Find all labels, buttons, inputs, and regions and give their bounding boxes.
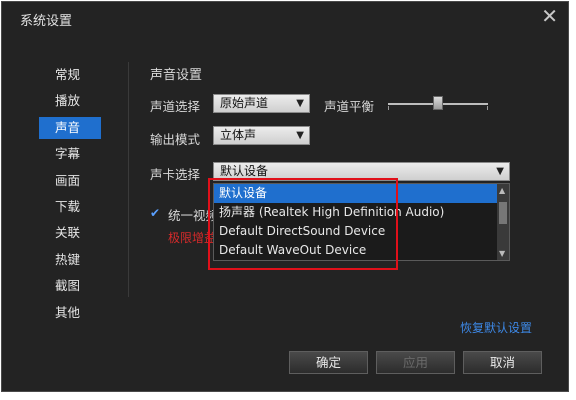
sound-card-dropdown-list: 默认设备 扬声器 (Realtek High Definition Audio)… <box>213 183 510 261</box>
settings-sidebar: 常规 播放 声音 字幕 画面 下载 关联 热键 截图 其他 <box>39 64 101 328</box>
sidebar-item-picture[interactable]: 画面 <box>39 170 101 192</box>
dropdown-option[interactable]: 默认设备 <box>214 184 509 203</box>
window-title: 系统设置 <box>20 14 73 29</box>
sidebar-item-other[interactable]: 其他 <box>39 302 101 324</box>
scrollbar-thumb[interactable] <box>499 202 507 224</box>
dropdown-option[interactable]: Default DirectSound Device <box>214 222 509 241</box>
sidebar-item-playback[interactable]: 播放 <box>39 90 101 112</box>
ok-button[interactable]: 确定 <box>289 351 368 374</box>
channel-select[interactable]: 原始声道 ▼ <box>213 94 310 113</box>
balance-slider-handle[interactable] <box>433 96 443 110</box>
close-icon[interactable]: ✕ <box>541 5 558 27</box>
dropdown-option[interactable]: Default WaveOut Device <box>214 241 509 260</box>
chevron-down-icon: ▼ <box>296 98 304 109</box>
dropdown-scrollbar[interactable]: ▲ ▼ <box>497 184 509 260</box>
settings-dialog: 系统设置 ✕ 常规 播放 声音 字幕 画面 下载 关联 热键 截图 其他 声音设… <box>1 1 569 392</box>
sidebar-item-download[interactable]: 下载 <box>39 196 101 218</box>
sidebar-item-association[interactable]: 关联 <box>39 222 101 244</box>
sound-card-label: 声卡选择 <box>150 167 201 182</box>
sidebar-item-general[interactable]: 常规 <box>39 64 101 86</box>
sidebar-item-subtitles[interactable]: 字幕 <box>39 143 101 165</box>
output-mode-value: 立体声 <box>220 128 257 142</box>
scroll-down-icon[interactable]: ▼ <box>499 249 505 258</box>
unify-video-checkbox[interactable]: ✔ <box>150 207 162 219</box>
scroll-up-icon[interactable]: ▲ <box>499 186 505 195</box>
chevron-down-icon: ▼ <box>296 130 304 141</box>
slider-tick <box>487 106 488 110</box>
section-title: 声音设置 <box>150 68 203 83</box>
sidebar-item-sound[interactable]: 声音 <box>39 116 101 139</box>
output-mode-label: 输出模式 <box>150 132 201 147</box>
chevron-down-icon: ▼ <box>496 166 504 177</box>
unify-video-label: 统一视频 <box>168 208 219 223</box>
sound-card-select[interactable]: 默认设备 ▼ <box>213 162 510 181</box>
output-mode-select[interactable]: 立体声 ▼ <box>213 126 310 145</box>
sound-card-value: 默认设备 <box>220 164 269 178</box>
dropdown-option[interactable]: 扬声器 (Realtek High Definition Audio) <box>214 203 509 222</box>
gain-warning-text: 极限增益 <box>168 231 217 245</box>
restore-defaults-link[interactable]: 恢复默认设置 <box>460 319 532 336</box>
balance-label: 声道平衡 <box>324 99 375 114</box>
cancel-button[interactable]: 取消 <box>463 351 542 374</box>
channel-label: 声道选择 <box>150 99 201 114</box>
slider-tick <box>388 106 389 110</box>
sidebar-item-screenshot[interactable]: 截图 <box>39 275 101 297</box>
apply-button[interactable]: 应用 <box>376 351 455 374</box>
title-bar: 系统设置 ✕ <box>2 2 568 32</box>
sidebar-item-hotkeys[interactable]: 热键 <box>39 249 101 271</box>
sidebar-divider <box>128 62 129 297</box>
channel-select-value: 原始声道 <box>220 96 269 110</box>
